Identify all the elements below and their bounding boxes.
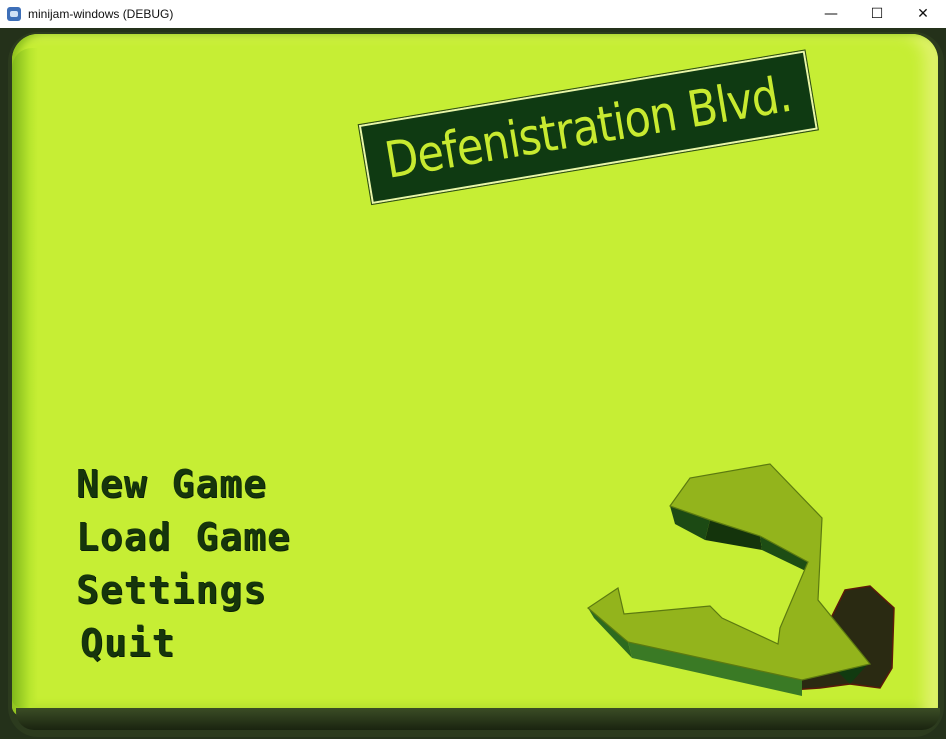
window-controls: — ☐ ✕ [808, 0, 946, 28]
screen-bottom-edge [16, 708, 940, 730]
quit-button[interactable]: Quit [80, 617, 291, 670]
new-game-button[interactable]: New Game [76, 458, 291, 511]
main-menu: New Game Load Game Settings Quit [76, 458, 291, 670]
minimize-button[interactable]: — [808, 0, 854, 28]
app-icon [7, 7, 21, 21]
close-button[interactable]: ✕ [900, 0, 946, 28]
window-titlebar[interactable]: minijam-windows (DEBUG) — ☐ ✕ [0, 0, 946, 28]
game-viewport: Defenistration Blvd. New Game Load Game … [0, 28, 946, 739]
window-title: minijam-windows (DEBUG) [28, 7, 174, 21]
screen-edge [12, 48, 38, 708]
maximize-button[interactable]: ☐ [854, 0, 900, 28]
bent-arrow-icon [587, 463, 895, 696]
load-game-button[interactable]: Load Game [76, 511, 291, 564]
settings-button[interactable]: Settings [76, 564, 291, 617]
